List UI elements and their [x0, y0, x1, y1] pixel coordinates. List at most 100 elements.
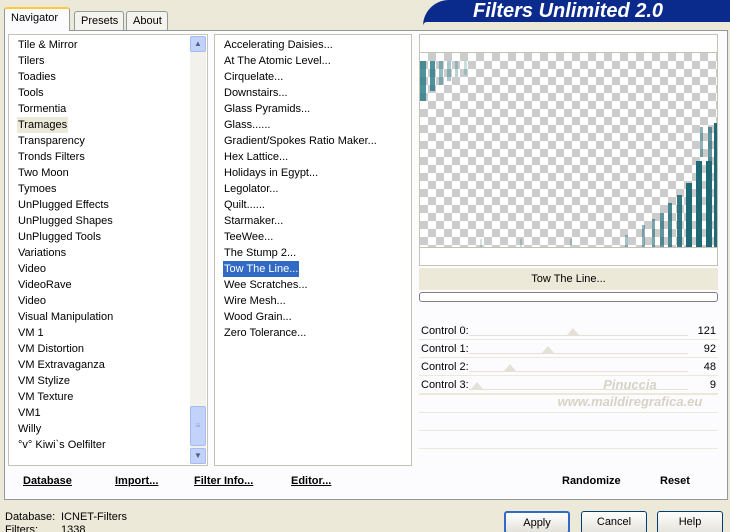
- filter-item[interactable]: Cirquelate...: [223, 69, 284, 85]
- category-item[interactable]: Transparency: [17, 133, 86, 149]
- filter-row: Legolator...: [223, 181, 378, 197]
- filter-item[interactable]: Accelerating Daisies...: [223, 37, 334, 53]
- tab-presets[interactable]: Presets: [74, 11, 124, 31]
- filter-item[interactable]: Hex Lattice...: [223, 149, 289, 165]
- left-toolbar: Database Import... Filter Info... Editor…: [8, 466, 412, 496]
- filter-info-link[interactable]: Filter Info...: [194, 475, 253, 487]
- database-link[interactable]: Database: [23, 475, 72, 487]
- category-row: VM1: [17, 405, 114, 421]
- control-slider-track[interactable]: [469, 353, 688, 354]
- scroll-thumb[interactable]: ≡: [190, 406, 206, 446]
- category-item[interactable]: Tile & Mirror: [17, 37, 78, 53]
- control-slider-thumb[interactable]: [566, 328, 579, 335]
- scroll-up-button[interactable]: ▲: [190, 36, 206, 52]
- category-item[interactable]: VideoRave: [17, 277, 73, 293]
- filter-item[interactable]: Gradient/Spokes Ratio Maker...: [223, 133, 378, 149]
- filter-row: Downstairs...: [223, 85, 378, 101]
- filter-row: Cirquelate...: [223, 69, 378, 85]
- category-item[interactable]: Tymoes: [17, 181, 58, 197]
- category-list[interactable]: Tile & Mirror Tilers Toadies Tools Tormentia…: [8, 34, 208, 466]
- category-item[interactable]: VM Distortion: [17, 341, 85, 357]
- category-item[interactable]: Toadies: [17, 69, 57, 85]
- editor-link[interactable]: Editor...: [291, 475, 331, 487]
- apply-button[interactable]: Apply: [504, 511, 570, 532]
- filter-row: Quilt......: [223, 197, 378, 213]
- control-row: Control 2: 48: [419, 358, 718, 376]
- category-item[interactable]: Two Moon: [17, 165, 70, 181]
- category-row: VM Extravaganza: [17, 357, 114, 373]
- filter-row: Tow The Line...: [223, 261, 378, 277]
- control-slider-thumb[interactable]: [542, 346, 555, 353]
- filter-list[interactable]: Accelerating Daisies... At The Atomic Lev…: [214, 34, 412, 466]
- filter-item[interactable]: Wood Grain...: [223, 309, 293, 325]
- category-row: VideoRave: [17, 277, 114, 293]
- watermark-name: Pinuccia: [603, 377, 657, 392]
- category-item[interactable]: Tormentia: [17, 101, 67, 117]
- filter-item[interactable]: TeeWee...: [223, 229, 274, 245]
- category-item[interactable]: Visual Manipulation: [17, 309, 114, 325]
- category-item[interactable]: UnPlugged Shapes: [17, 213, 114, 229]
- category-item[interactable]: °v° Kiwi`s Oelfilter: [17, 437, 107, 453]
- filter-row: The Stump 2...: [223, 245, 378, 261]
- category-item[interactable]: Tramages: [17, 117, 69, 133]
- category-item[interactable]: VM Texture: [17, 389, 74, 405]
- filter-item[interactable]: Glass......: [223, 117, 271, 133]
- filter-item[interactable]: Glass Pyramids...: [223, 101, 311, 117]
- category-item[interactable]: VM Extravaganza: [17, 357, 106, 373]
- category-item[interactable]: Tilers: [17, 53, 45, 69]
- category-item[interactable]: UnPlugged Effects: [17, 197, 110, 213]
- category-item[interactable]: Video: [17, 293, 47, 309]
- category-item[interactable]: UnPlugged Tools: [17, 229, 102, 245]
- category-row: Tools: [17, 85, 114, 101]
- filter-row: Wire Mesh...: [223, 293, 378, 309]
- category-row: UnPlugged Shapes: [17, 213, 114, 229]
- control-slider-thumb[interactable]: [504, 364, 517, 371]
- category-row: UnPlugged Effects: [17, 197, 114, 213]
- category-row: Transparency: [17, 133, 114, 149]
- filter-item[interactable]: Quilt......: [223, 197, 266, 213]
- category-row: Video: [17, 293, 114, 309]
- reset-button[interactable]: Reset: [660, 475, 690, 487]
- category-row: Variations: [17, 245, 114, 261]
- filter-item[interactable]: Starmaker...: [223, 213, 284, 229]
- filter-item[interactable]: Zero Tolerance...: [223, 325, 307, 341]
- filter-item[interactable]: Tow The Line...: [223, 261, 300, 277]
- category-row: UnPlugged Tools: [17, 229, 114, 245]
- filter-item[interactable]: Wee Scratches...: [223, 277, 309, 293]
- filter-item[interactable]: The Stump 2...: [223, 245, 297, 261]
- category-items: Tile & Mirror Tilers Toadies Tools Tormentia…: [17, 37, 114, 453]
- filter-item[interactable]: Legolator...: [223, 181, 279, 197]
- control-slider-track[interactable]: [469, 371, 688, 372]
- category-scrollbar[interactable]: ▲ ≡ ▼: [190, 36, 206, 464]
- tab-navigator[interactable]: Navigator: [4, 7, 70, 31]
- category-item[interactable]: Variations: [17, 245, 67, 261]
- filter-row: Glass......: [223, 117, 378, 133]
- tab-about[interactable]: About: [126, 11, 168, 31]
- category-item[interactable]: VM Stylize: [17, 373, 71, 389]
- scroll-down-button[interactable]: ▼: [190, 448, 206, 464]
- cancel-button[interactable]: Cancel: [581, 511, 647, 532]
- control-label: Control 2:: [421, 361, 469, 373]
- category-row: VM 1: [17, 325, 114, 341]
- help-button[interactable]: Help: [657, 511, 723, 532]
- filter-item[interactable]: At The Atomic Level...: [223, 53, 332, 69]
- filter-item[interactable]: Downstairs...: [223, 85, 289, 101]
- control-slider-track[interactable]: [469, 335, 688, 336]
- control-row: Control 0: 121: [419, 322, 718, 340]
- category-row: °v° Kiwi`s Oelfilter: [17, 437, 114, 453]
- database-label: Database:: [5, 511, 56, 523]
- filter-item[interactable]: Wire Mesh...: [223, 293, 287, 309]
- filters-label: Filters:: [5, 524, 38, 532]
- filter-item[interactable]: Holidays in Egypt...: [223, 165, 319, 181]
- category-item[interactable]: VM1: [17, 405, 42, 421]
- category-item[interactable]: Tronds Filters: [17, 149, 86, 165]
- category-item[interactable]: Video: [17, 261, 47, 277]
- randomize-button[interactable]: Randomize: [562, 475, 621, 487]
- category-item[interactable]: Willy: [17, 421, 42, 437]
- category-row: Tramages: [17, 117, 114, 133]
- control-label: Control 0:: [421, 325, 469, 337]
- control-slider-thumb[interactable]: [470, 382, 483, 389]
- category-item[interactable]: VM 1: [17, 325, 45, 341]
- import-link[interactable]: Import...: [115, 475, 158, 487]
- category-item[interactable]: Tools: [17, 85, 45, 101]
